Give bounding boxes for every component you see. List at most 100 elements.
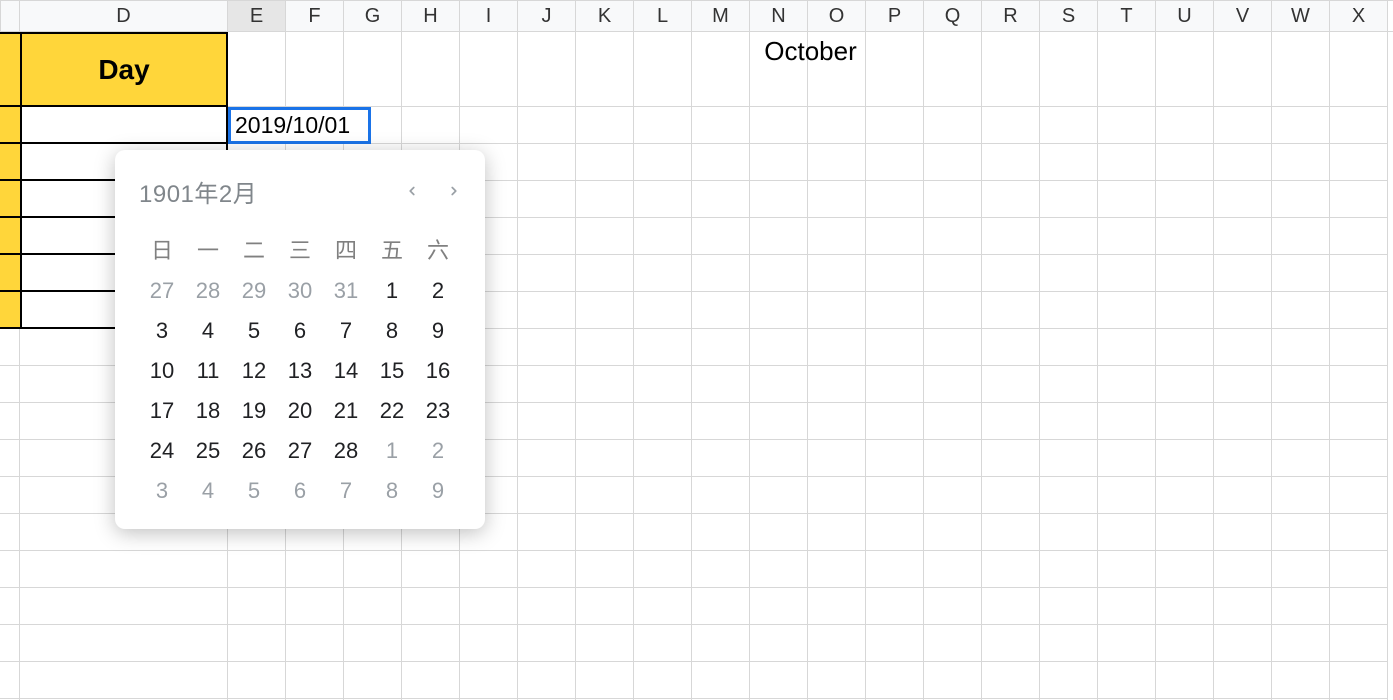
- cell[interactable]: [1330, 218, 1388, 255]
- cell[interactable]: [1156, 107, 1214, 144]
- col-header-H[interactable]: H: [402, 1, 460, 31]
- cell[interactable]: [1098, 625, 1156, 662]
- cell[interactable]: [982, 292, 1040, 329]
- datepicker-day[interactable]: 13: [277, 351, 323, 391]
- cell[interactable]: [576, 181, 634, 218]
- cell[interactable]: [1098, 588, 1156, 625]
- col-header-U[interactable]: U: [1156, 1, 1214, 31]
- cell[interactable]: [634, 625, 692, 662]
- cell[interactable]: [982, 107, 1040, 144]
- cell[interactable]: [1156, 662, 1214, 699]
- cell[interactable]: [982, 403, 1040, 440]
- cell[interactable]: [1272, 551, 1330, 588]
- datepicker-day[interactable]: 8: [369, 471, 415, 511]
- cell[interactable]: [750, 144, 808, 181]
- cell[interactable]: [1330, 366, 1388, 403]
- datepicker-day[interactable]: 7: [323, 311, 369, 351]
- cell[interactable]: [924, 514, 982, 551]
- col-header-T[interactable]: T: [1098, 1, 1156, 31]
- cell[interactable]: [634, 292, 692, 329]
- cell[interactable]: [982, 144, 1040, 181]
- cell[interactable]: [0, 107, 20, 144]
- cell[interactable]: [1330, 625, 1388, 662]
- cell[interactable]: [518, 551, 576, 588]
- cell[interactable]: [286, 551, 344, 588]
- cell[interactable]: [866, 292, 924, 329]
- datepicker-day[interactable]: 18: [185, 391, 231, 431]
- cell[interactable]: [0, 144, 20, 181]
- cell[interactable]: [1098, 403, 1156, 440]
- cell[interactable]: [924, 403, 982, 440]
- cell[interactable]: [808, 329, 866, 366]
- col-header-M[interactable]: M: [692, 1, 750, 31]
- cell[interactable]: [344, 588, 402, 625]
- cell[interactable]: [518, 588, 576, 625]
- cell[interactable]: [866, 366, 924, 403]
- cell[interactable]: [1214, 477, 1272, 514]
- datepicker-day[interactable]: 2: [415, 271, 461, 311]
- cell[interactable]: [866, 440, 924, 477]
- cell[interactable]: [518, 329, 576, 366]
- cell[interactable]: [1272, 107, 1330, 144]
- cell[interactable]: [1214, 403, 1272, 440]
- cell[interactable]: [634, 366, 692, 403]
- cell[interactable]: [750, 662, 808, 699]
- col-header-stub[interactable]: [0, 1, 20, 31]
- cell[interactable]: [1156, 625, 1214, 662]
- cell[interactable]: [634, 514, 692, 551]
- cell[interactable]: [344, 662, 402, 699]
- cell[interactable]: [982, 477, 1040, 514]
- cell[interactable]: [866, 514, 924, 551]
- cell[interactable]: [576, 403, 634, 440]
- cell[interactable]: [1040, 181, 1098, 218]
- cell[interactable]: [460, 107, 518, 144]
- cell[interactable]: [692, 662, 750, 699]
- datepicker-day[interactable]: 19: [231, 391, 277, 431]
- cell[interactable]: [982, 255, 1040, 292]
- col-header-D[interactable]: D: [20, 1, 228, 31]
- datepicker-day[interactable]: 5: [231, 311, 277, 351]
- col-header-G[interactable]: G: [344, 1, 402, 31]
- cell[interactable]: [808, 107, 866, 144]
- cell[interactable]: [692, 366, 750, 403]
- cell[interactable]: [750, 403, 808, 440]
- cell[interactable]: [808, 144, 866, 181]
- cell[interactable]: [1272, 329, 1330, 366]
- datepicker-next-month-button[interactable]: [447, 182, 461, 202]
- cell[interactable]: [0, 255, 20, 292]
- cell[interactable]: [808, 662, 866, 699]
- datepicker-day[interactable]: 17: [139, 391, 185, 431]
- cell[interactable]: [750, 366, 808, 403]
- col-header-Q[interactable]: Q: [924, 1, 982, 31]
- cell[interactable]: [1098, 292, 1156, 329]
- cell[interactable]: [634, 218, 692, 255]
- cell[interactable]: [576, 662, 634, 699]
- cell[interactable]: [344, 625, 402, 662]
- cell[interactable]: [286, 588, 344, 625]
- cell[interactable]: [750, 255, 808, 292]
- datepicker-day[interactable]: 6: [277, 311, 323, 351]
- cell[interactable]: [982, 625, 1040, 662]
- datepicker-day[interactable]: 27: [139, 271, 185, 311]
- cell[interactable]: [1214, 514, 1272, 551]
- cell[interactable]: [634, 588, 692, 625]
- cell[interactable]: [1214, 551, 1272, 588]
- cell[interactable]: [1156, 588, 1214, 625]
- cell[interactable]: [924, 588, 982, 625]
- col-header-I[interactable]: I: [460, 1, 518, 31]
- cell[interactable]: [1214, 440, 1272, 477]
- cell[interactable]: [1040, 144, 1098, 181]
- cell[interactable]: [518, 440, 576, 477]
- cell[interactable]: [1330, 551, 1388, 588]
- cell[interactable]: [634, 440, 692, 477]
- cell[interactable]: [750, 477, 808, 514]
- cell[interactable]: [1040, 477, 1098, 514]
- cell[interactable]: [924, 107, 982, 144]
- cell[interactable]: [576, 588, 634, 625]
- datepicker-prev-month-button[interactable]: [405, 182, 419, 202]
- datepicker-day[interactable]: 20: [277, 391, 323, 431]
- cell[interactable]: [750, 440, 808, 477]
- cell[interactable]: [1330, 292, 1388, 329]
- cell[interactable]: [750, 218, 808, 255]
- cell[interactable]: [1098, 440, 1156, 477]
